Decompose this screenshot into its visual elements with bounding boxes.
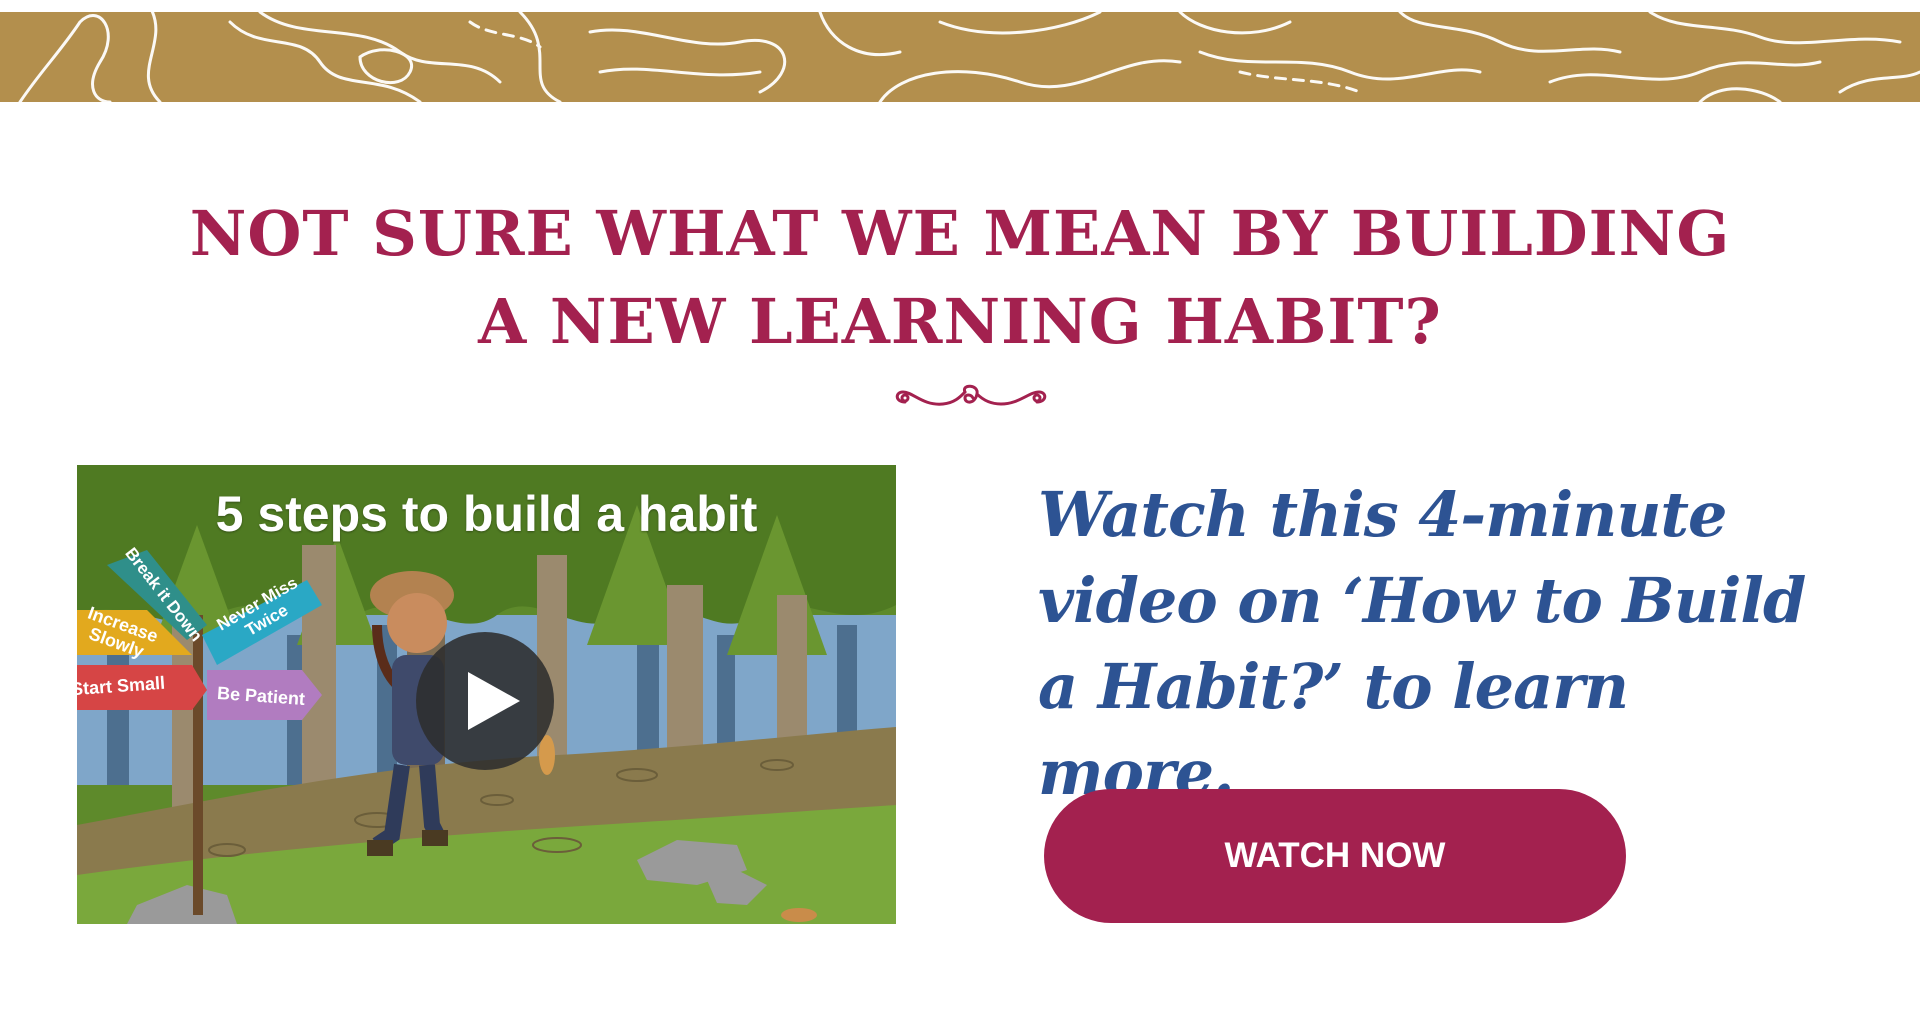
video-title: 5 steps to build a habit xyxy=(215,486,758,542)
video-description: Watch this 4-minute video on ‘How to Bui… xyxy=(1038,478,1806,809)
play-icon xyxy=(468,672,520,730)
page-title: NOT SURE WHAT WE MEAN BY BUILDING A NEW … xyxy=(0,190,1920,366)
watch-now-button[interactable]: WATCH NOW xyxy=(1044,789,1626,923)
topo-lines-graphic xyxy=(18,12,1920,102)
topographic-band xyxy=(0,12,1920,102)
video-thumbnail[interactable]: 5 steps to build a habit Break it Down I… xyxy=(77,465,896,924)
topographic-banner xyxy=(0,0,1920,112)
flourish-divider-icon xyxy=(895,384,1047,406)
page-title-line-1: NOT SURE WHAT WE MEAN BY BUILDING xyxy=(189,197,1731,270)
play-button[interactable] xyxy=(416,632,554,770)
page-title-line-2: A NEW LEARNING HABIT? xyxy=(478,285,1442,358)
